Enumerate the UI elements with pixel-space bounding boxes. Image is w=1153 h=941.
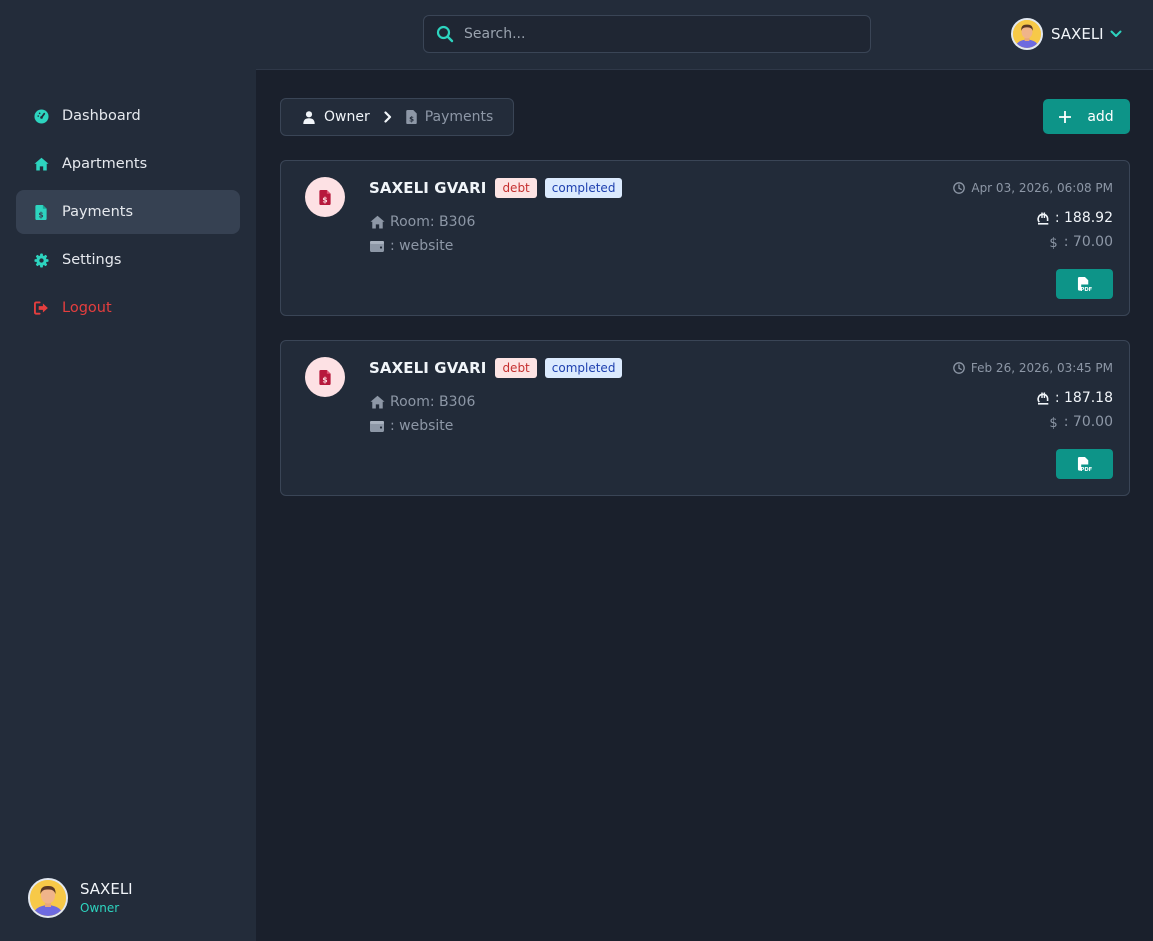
chevron-right-icon xyxy=(384,111,392,123)
status-badge: completed xyxy=(544,358,623,378)
breadcrumb-current: Payments xyxy=(424,109,494,125)
wallet-icon xyxy=(369,420,385,432)
sidebar: Dashboard Apartments $ Payments Settings… xyxy=(0,0,256,941)
file-invoice-dollar-icon: $ xyxy=(305,177,345,217)
search-box[interactable] xyxy=(423,15,871,53)
home-icon xyxy=(369,395,385,409)
avatar xyxy=(1011,18,1043,50)
status-badge: completed xyxy=(544,178,623,198)
search-input[interactable] xyxy=(464,26,844,42)
search-icon xyxy=(436,25,454,43)
payment-card-header: SAXELI GVARI debt completed xyxy=(369,358,623,378)
file-invoice-dollar-icon: $ xyxy=(405,110,417,124)
logout-icon xyxy=(33,300,49,316)
amount-gel-text: : 187.18 xyxy=(1054,390,1113,406)
chevron-down-icon xyxy=(1110,30,1122,38)
sidebar-nav: Dashboard Apartments $ Payments Settings… xyxy=(16,94,240,334)
clock-icon xyxy=(953,362,965,374)
payment-date: Apr 03, 2026, 06:08 PM xyxy=(953,181,1113,195)
date-text: Apr 03, 2026, 06:08 PM xyxy=(971,181,1113,195)
lari-icon xyxy=(1037,212,1049,225)
payment-room: Room: B306 xyxy=(369,394,475,410)
plus-icon xyxy=(1059,110,1072,123)
add-payment-button[interactable]: add xyxy=(1043,99,1130,134)
lari-icon xyxy=(1037,392,1049,405)
svg-text:$: $ xyxy=(409,116,414,124)
amount-gel-text: : 188.92 xyxy=(1054,210,1113,226)
sidebar-item-settings[interactable]: Settings xyxy=(16,238,240,282)
sidebar-item-label: Payments xyxy=(62,204,134,220)
gear-icon xyxy=(33,252,49,268)
file-pdf-icon: PDF xyxy=(1077,276,1092,292)
home-icon xyxy=(33,156,49,172)
breadcrumb-owner[interactable]: Owner xyxy=(324,109,370,125)
method-text: : website xyxy=(390,238,454,254)
user-icon xyxy=(303,110,315,124)
svg-text:$: $ xyxy=(322,375,327,384)
amount-usd-text: : 70.00 xyxy=(1063,234,1113,250)
sidebar-user-name: SAXELI xyxy=(80,879,133,898)
room-text: Room: B306 xyxy=(390,394,476,410)
sidebar-user-role: Owner xyxy=(80,900,120,915)
svg-text:$: $ xyxy=(1049,416,1057,429)
sidebar-item-apartments[interactable]: Apartments xyxy=(16,142,240,186)
sidebar-item-label: Apartments xyxy=(62,156,148,172)
sidebar-item-logout[interactable]: Logout xyxy=(16,286,240,330)
breadcrumb: Owner $ Payments xyxy=(280,98,515,136)
sidebar-item-payments[interactable]: $ Payments xyxy=(16,190,240,234)
date-text: Feb 26, 2026, 03:45 PM xyxy=(970,361,1113,375)
wallet-icon xyxy=(369,240,385,252)
payment-card: $ SAXELI GVARI debt completed Room: B306… xyxy=(280,340,1130,496)
sidebar-user-info: SAXELI Owner xyxy=(80,880,133,917)
avatar xyxy=(28,878,68,918)
sidebar-item-dashboard[interactable]: Dashboard xyxy=(16,94,240,138)
payment-date: Feb 26, 2026, 03:45 PM xyxy=(953,361,1113,375)
type-badge: debt xyxy=(495,178,537,198)
payment-method: : website xyxy=(369,238,453,254)
amount-gel: : 188.92 xyxy=(1037,210,1113,226)
home-icon xyxy=(369,215,385,229)
payment-method: : website xyxy=(369,418,453,434)
payer-name: SAXELI GVARI xyxy=(369,179,487,197)
payment-room: Room: B306 xyxy=(369,214,475,230)
download-pdf-button[interactable]: PDF xyxy=(1056,449,1113,479)
gauge-icon xyxy=(33,108,49,124)
download-pdf-button[interactable]: PDF xyxy=(1056,269,1113,299)
payment-card: $ SAXELI GVARI debt completed Room: B306… xyxy=(280,160,1130,316)
svg-text:PDF: PDF xyxy=(1080,467,1092,472)
svg-text:PDF: PDF xyxy=(1080,287,1092,292)
add-button-label: add xyxy=(1087,108,1114,125)
user-menu-toggle[interactable]: SAXELI xyxy=(1011,18,1122,50)
sidebar-user-profile[interactable]: SAXELI Owner xyxy=(28,878,133,918)
sidebar-item-label: Settings xyxy=(62,252,122,268)
amount-gel: : 187.18 xyxy=(1037,390,1113,406)
method-text: : website xyxy=(390,418,454,434)
clock-icon xyxy=(953,182,966,194)
sidebar-item-label: Logout xyxy=(62,300,112,316)
amount-usd-text: : 70.00 xyxy=(1063,414,1113,430)
type-badge: debt xyxy=(495,358,537,378)
dollar-icon: $ xyxy=(1049,235,1058,249)
payer-name: SAXELI GVARI xyxy=(369,359,487,377)
payment-card-header: SAXELI GVARI debt completed xyxy=(369,178,623,198)
file-pdf-icon: PDF xyxy=(1077,456,1092,472)
amount-usd: $ : 70.00 xyxy=(1049,414,1113,430)
room-text: Room: B306 xyxy=(390,214,476,230)
sidebar-item-label: Dashboard xyxy=(62,108,141,124)
file-invoice-dollar-icon: $ xyxy=(305,357,345,397)
svg-text:$: $ xyxy=(38,210,43,219)
file-invoice-dollar-icon: $ xyxy=(33,204,49,220)
svg-text:$: $ xyxy=(1049,236,1057,249)
dollar-icon: $ xyxy=(1049,415,1058,429)
amount-usd: $ : 70.00 xyxy=(1049,234,1113,250)
topbar-user-name: SAXELI xyxy=(1051,25,1104,43)
svg-text:$: $ xyxy=(322,195,327,204)
